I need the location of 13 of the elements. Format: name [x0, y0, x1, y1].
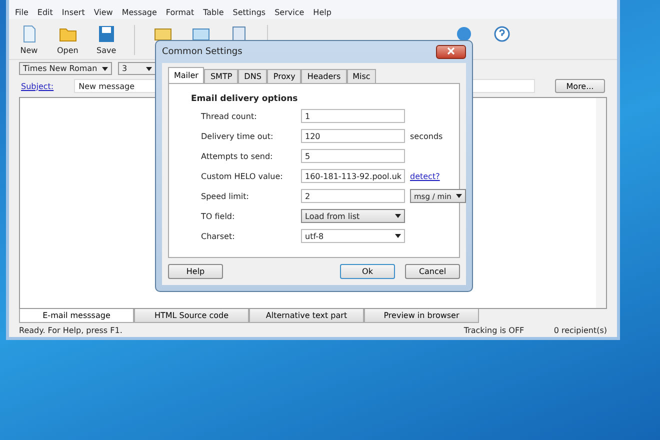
status-message: Ready. For Help, press F1.	[19, 326, 124, 334]
field-label: Delivery time out:	[201, 132, 274, 140]
unit-label: seconds	[410, 132, 443, 140]
field-label: TO field:	[201, 212, 236, 220]
section-title: Email delivery options	[191, 94, 299, 104]
field-label: Speed limit:	[201, 192, 250, 200]
dialog-title: Common Settings	[162, 47, 242, 57]
tracking-status: Tracking is OFF	[464, 326, 526, 334]
field-label: Custom HELO value:	[201, 172, 284, 180]
field-label: Charset:	[201, 232, 236, 240]
recipient-count: 0 recipient(s)	[554, 326, 607, 334]
field-label: Thread count:	[201, 112, 258, 120]
field-label: Attempts to send:	[201, 152, 274, 160]
